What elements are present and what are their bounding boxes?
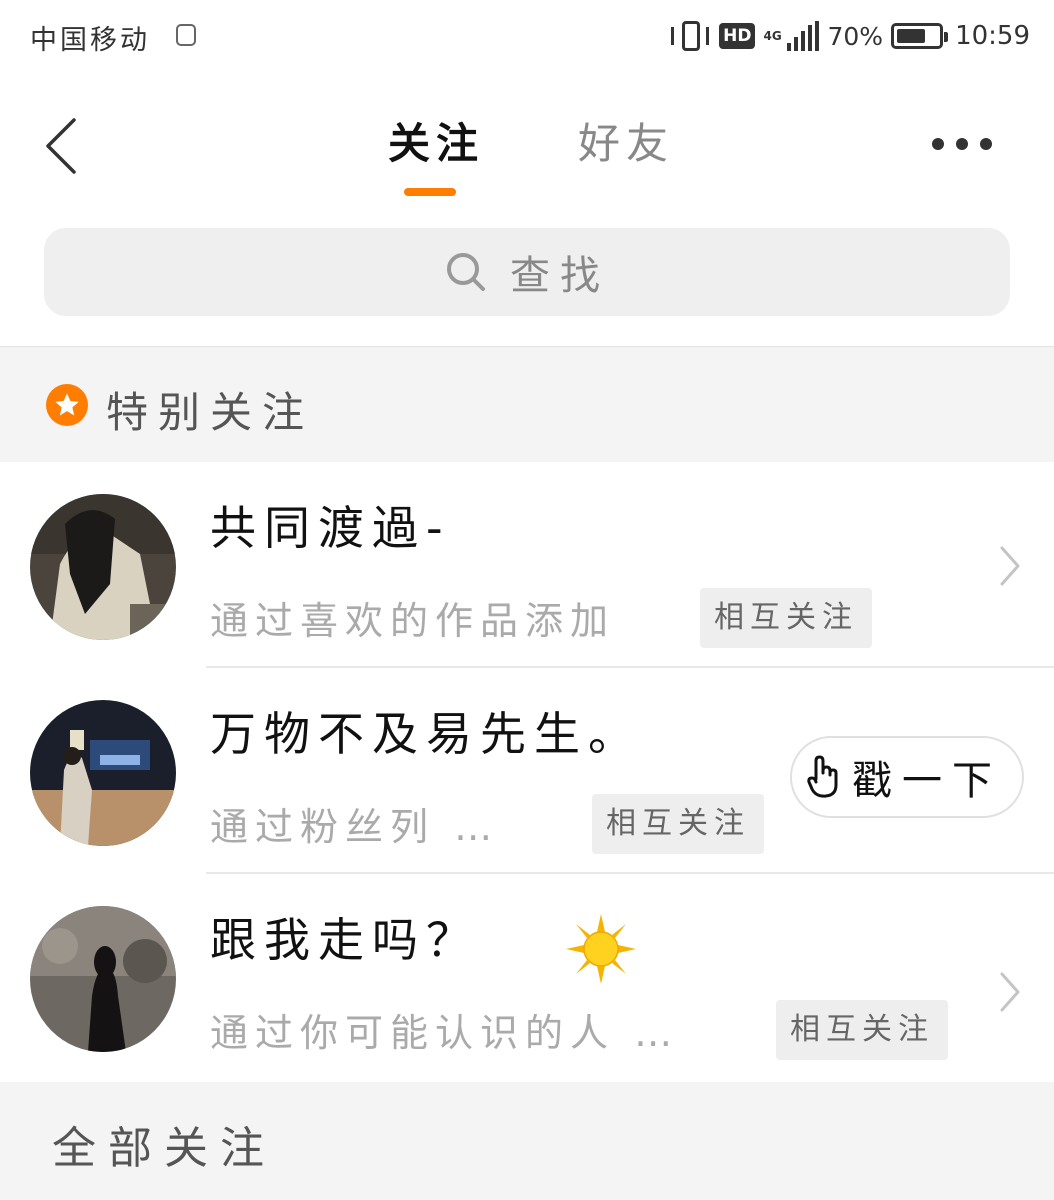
- nav-bar: 关注 好友: [0, 80, 1054, 210]
- battery-icon: [891, 23, 949, 49]
- contact-name: 万物不及易先生。: [210, 707, 642, 761]
- search-placeholder: 查找: [510, 253, 610, 299]
- mutual-follow-tag: 相互关注: [700, 588, 872, 648]
- sun-icon: [566, 914, 636, 984]
- search-bar[interactable]: 查找: [44, 228, 1010, 316]
- avatar[interactable]: [30, 494, 176, 640]
- carrier-name: 中国移动: [30, 25, 150, 56]
- more-options-icon[interactable]: [932, 138, 992, 150]
- tab-friends[interactable]: 好友: [578, 110, 674, 171]
- mutual-follow-tag: 相互关注: [592, 794, 764, 854]
- star-icon: [46, 384, 88, 426]
- contact-source: 通过粉丝列 …: [210, 805, 500, 849]
- back-arrow-icon[interactable]: [44, 116, 84, 176]
- poke-button[interactable]: 戳一下: [790, 736, 1024, 818]
- special-follow-title: 特别关注: [106, 388, 315, 437]
- contact-row[interactable]: 共同渡過- 通过喜欢的作品添加 相互关注: [0, 462, 1054, 668]
- avatar[interactable]: [30, 906, 176, 1052]
- status-bar: 中国移动 HD 4G 70% 10:59: [0, 0, 1054, 72]
- notification-icon: [176, 24, 196, 46]
- active-tab-indicator: [404, 188, 456, 196]
- pointing-hand-icon: [807, 755, 838, 798]
- status-icons: HD 4G 70% 10:59: [671, 16, 1030, 56]
- contact-name: 跟我走吗？: [210, 913, 480, 967]
- signal-icon: [787, 21, 820, 51]
- all-follow-header: 全部关注: [0, 1082, 1054, 1200]
- avatar[interactable]: [30, 700, 176, 846]
- contact-source: 通过你可能认识的人 …: [210, 1011, 680, 1055]
- contact-source: 通过喜欢的作品添加: [210, 599, 616, 643]
- poke-label: 戳一下: [852, 758, 1002, 804]
- chevron-right-icon[interactable]: [998, 970, 1022, 1014]
- special-follow-header: 特别关注: [0, 346, 1054, 462]
- all-follow-title: 全部关注: [52, 1123, 276, 1174]
- mutual-follow-tag: 相互关注: [776, 1000, 948, 1060]
- chevron-right-icon[interactable]: [998, 544, 1022, 588]
- vibrate-icon: [671, 19, 711, 53]
- contact-name: 共同渡過-: [210, 501, 451, 555]
- battery-percent: 70%: [827, 21, 884, 51]
- clock: 10:59: [955, 21, 1030, 51]
- hd-badge: HD: [719, 23, 756, 49]
- contact-row[interactable]: 万物不及易先生。 通过粉丝列 … 相互关注 戳一下: [0, 668, 1054, 874]
- tab-following[interactable]: 关注: [388, 110, 484, 171]
- network-type: 4G: [763, 29, 782, 43]
- search-icon: [447, 253, 485, 291]
- contact-row[interactable]: 跟我走吗？ 通过你可能认识的人 … 相互关注: [0, 874, 1054, 1080]
- contact-list: 共同渡過- 通过喜欢的作品添加 相互关注 万物不及易先生。 通过粉丝列 … 相互…: [0, 462, 1054, 1080]
